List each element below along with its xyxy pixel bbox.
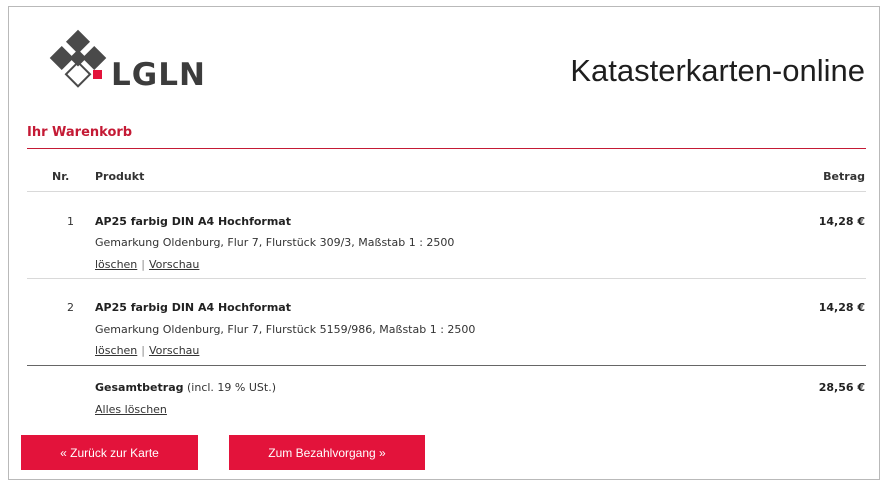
- delete-item-link[interactable]: löschen: [95, 258, 137, 271]
- lgln-logo: LGLN: [47, 27, 237, 93]
- product-name: AP25 farbig DIN A4 Hochformat: [95, 215, 291, 228]
- item-number: 2: [67, 301, 74, 314]
- link-separator: |: [141, 258, 145, 271]
- item-actions: löschen | Vorschau: [95, 258, 199, 271]
- delete-all-link[interactable]: Alles löschen: [95, 403, 167, 416]
- product-name: AP25 farbig DIN A4 Hochformat: [95, 301, 291, 314]
- delete-item-link[interactable]: löschen: [95, 344, 137, 357]
- title-divider: [27, 148, 866, 149]
- page-frame: LGLN Katasterkarten-online Ihr Warenkorb…: [8, 6, 880, 480]
- header-divider: [27, 191, 866, 192]
- cart-title: Ihr Warenkorb: [27, 125, 133, 140]
- column-header-nr: Nr.: [52, 170, 70, 183]
- item-price: 14,28 €: [818, 215, 865, 228]
- app-title: Katasterkarten-online: [570, 53, 865, 88]
- product-description: Gemarkung Oldenburg, Flur 7, Flurstück 3…: [95, 236, 455, 249]
- preview-link[interactable]: Vorschau: [149, 344, 199, 357]
- tax-note: (incl. 19 % USt.): [183, 381, 276, 394]
- link-separator: |: [141, 344, 145, 357]
- product-description: Gemarkung Oldenburg, Flur 7, Flurstück 5…: [95, 323, 476, 336]
- item-price: 14,28 €: [818, 301, 865, 314]
- preview-link[interactable]: Vorschau: [149, 258, 199, 271]
- total-label-text: Gesamtbetrag: [95, 381, 184, 394]
- column-header-product: Produkt: [95, 170, 145, 183]
- logo-text: LGLN: [111, 57, 206, 93]
- lgln-logo-mark-icon: [49, 29, 107, 88]
- total-divider: [27, 365, 866, 366]
- item-actions: löschen | Vorschau: [95, 344, 199, 357]
- total-amount: 28,56 €: [818, 381, 865, 394]
- item-number: 1: [67, 215, 74, 228]
- column-header-amount: Betrag: [823, 170, 865, 183]
- row-divider: [27, 278, 866, 279]
- checkout-button[interactable]: Zum Bezahlvorgang »: [229, 435, 425, 470]
- back-to-map-button[interactable]: « Zurück zur Karte: [21, 435, 198, 470]
- total-label: Gesamtbetrag (incl. 19 % USt.): [95, 381, 276, 394]
